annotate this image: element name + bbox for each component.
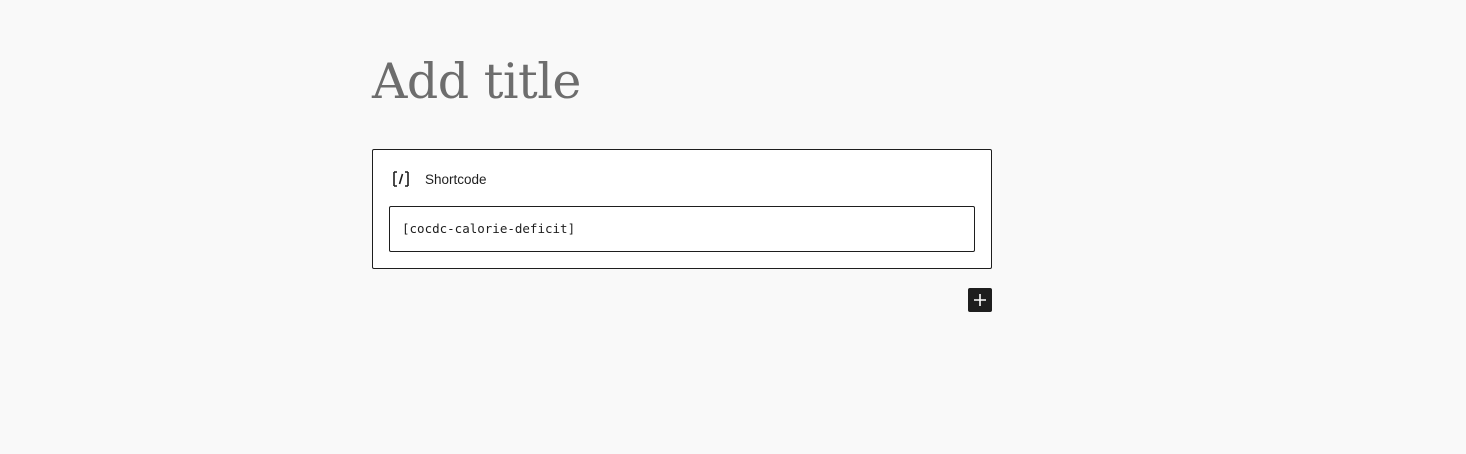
- post-title-input[interactable]: Add title: [372, 46, 992, 118]
- block-label: Shortcode: [391, 168, 487, 190]
- shortcode-block[interactable]: Shortcode [cocdc-calorie-deficit]: [372, 149, 992, 269]
- add-block-button[interactable]: [968, 288, 992, 312]
- editor-canvas: Add title Shortcode [cocdc-calorie-defic…: [0, 0, 1466, 454]
- shortcode-input[interactable]: [cocdc-calorie-deficit]: [389, 206, 975, 252]
- plus-icon: [974, 294, 986, 306]
- shortcode-icon: [391, 168, 415, 190]
- block-name-label: Shortcode: [425, 171, 487, 187]
